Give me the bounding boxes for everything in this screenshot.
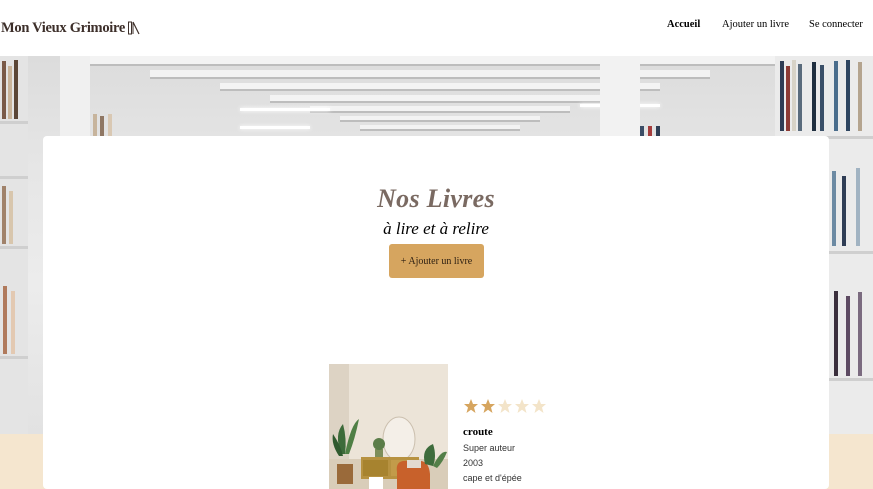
book-logo-icon <box>128 21 140 35</box>
star-filled-icon <box>481 399 495 413</box>
logo[interactable]: Mon Vieux Grimoire <box>1 18 140 38</box>
nav-link-add-book[interactable]: Ajouter un livre <box>722 18 789 32</box>
book-rating <box>463 398 547 414</box>
add-book-button[interactable]: + Ajouter un livre <box>389 244 484 278</box>
book-year: 2003 <box>463 458 484 468</box>
star-empty-icon <box>515 399 529 413</box>
book-author: Super auteur <box>463 443 516 453</box>
book-cover-image <box>329 364 448 489</box>
book-genre: cape et d'épée <box>463 473 522 483</box>
book-card[interactable]: croute Super auteur 2003 cape et d'épée <box>329 364 569 489</box>
book-title: croute <box>463 426 493 438</box>
star-empty-icon <box>498 399 512 413</box>
nav-link-login[interactable]: Se connecter <box>809 18 863 32</box>
main-content-card: Nos Livres à lire et à relire + Ajouter … <box>43 136 829 489</box>
nav-link-home[interactable]: Accueil <box>667 18 700 32</box>
star-filled-icon <box>464 399 478 413</box>
site-header: Mon Vieux Grimoire Accueil Ajouter un li… <box>0 0 873 56</box>
page-subtitle: à lire et à relire <box>383 219 489 238</box>
star-empty-icon <box>532 399 546 413</box>
logo-text: Mon Vieux Grimoire <box>1 19 126 36</box>
page-title: Nos Livres <box>377 184 495 213</box>
